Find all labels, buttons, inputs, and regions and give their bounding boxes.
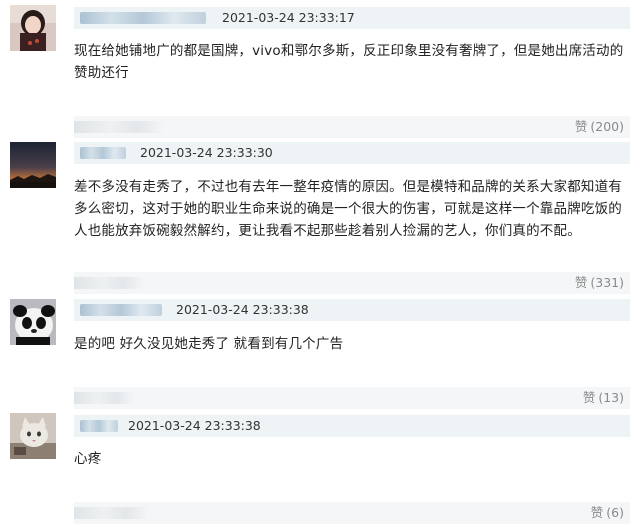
comment-item: 2021-03-24 23:33:17 现在给她铺地广的都是国牌，vivo和鄂尔… (0, 0, 640, 140)
comment-timestamp: 2021-03-24 23:33:17 (222, 10, 355, 25)
username-redacted[interactable] (80, 304, 162, 316)
comment-footer: 赞 (13) (74, 387, 630, 409)
cat-avatar-icon[interactable] (10, 413, 56, 459)
reply-link-redacted[interactable] (74, 277, 144, 289)
comment-header: 2021-03-24 23:33:38 (74, 299, 630, 321)
username-redacted[interactable] (80, 147, 126, 159)
like-label: 赞 (574, 275, 588, 290)
comment-footer: 赞 (200) (74, 116, 630, 138)
reply-link-redacted[interactable] (74, 507, 148, 519)
comment-item: 2021-03-24 23:33:38 是的吧 好久没见她走秀了 就看到有几个广… (0, 295, 640, 410)
comment-item: 2021-03-24 23:33:30 差不多没有走秀了，不过也有去年一整年疫情… (0, 140, 640, 295)
username-redacted[interactable] (80, 12, 206, 24)
like-count: (331) (590, 275, 624, 290)
comment-timestamp: 2021-03-24 23:33:38 (176, 302, 309, 317)
comment-text: 差不多没有走秀了，不过也有去年一整年疫情的原因。但是模特和品牌的关系大家都知道有… (74, 179, 622, 239)
comment-footer: 赞 (331) (74, 272, 630, 294)
comment-footer: 赞 (6) (74, 502, 630, 524)
sunset-avatar-icon[interactable] (10, 142, 56, 188)
reply-link-redacted[interactable] (74, 392, 134, 404)
like-label: 赞 (590, 505, 604, 520)
like-button[interactable]: 赞 (6) (591, 505, 624, 521)
like-count: (200) (590, 119, 624, 134)
comment-text: 现在给她铺地广的都是国牌，vivo和鄂尔多斯，反正印象里没有奢牌了，但是她出席活… (74, 43, 624, 81)
girl-avatar-icon[interactable] (10, 5, 56, 51)
reply-link-redacted[interactable] (74, 121, 164, 133)
like-button[interactable]: 赞 (200) (575, 119, 624, 135)
comment-timestamp: 2021-03-24 23:33:38 (128, 418, 261, 433)
like-label: 赞 (574, 119, 588, 134)
like-count: (6) (606, 505, 624, 520)
like-button[interactable]: 赞 (331) (575, 275, 624, 291)
comment-header: 2021-03-24 23:33:17 (74, 7, 630, 29)
comment-text: 心疼 (74, 451, 102, 467)
like-label: 赞 (582, 390, 596, 405)
comment-item: 2021-03-24 23:33:38 心疼 赞 (6) (0, 410, 640, 527)
comment-timestamp: 2021-03-24 23:33:30 (140, 145, 273, 160)
comment-header: 2021-03-24 23:33:38 (74, 415, 630, 437)
like-count: (13) (598, 390, 624, 405)
comment-text: 是的吧 好久没见她走秀了 就看到有几个广告 (74, 336, 344, 352)
like-button[interactable]: 赞 (13) (583, 390, 624, 406)
panda-avatar-icon[interactable] (10, 299, 56, 345)
username-redacted[interactable] (80, 420, 118, 432)
comment-header: 2021-03-24 23:33:30 (74, 142, 630, 164)
